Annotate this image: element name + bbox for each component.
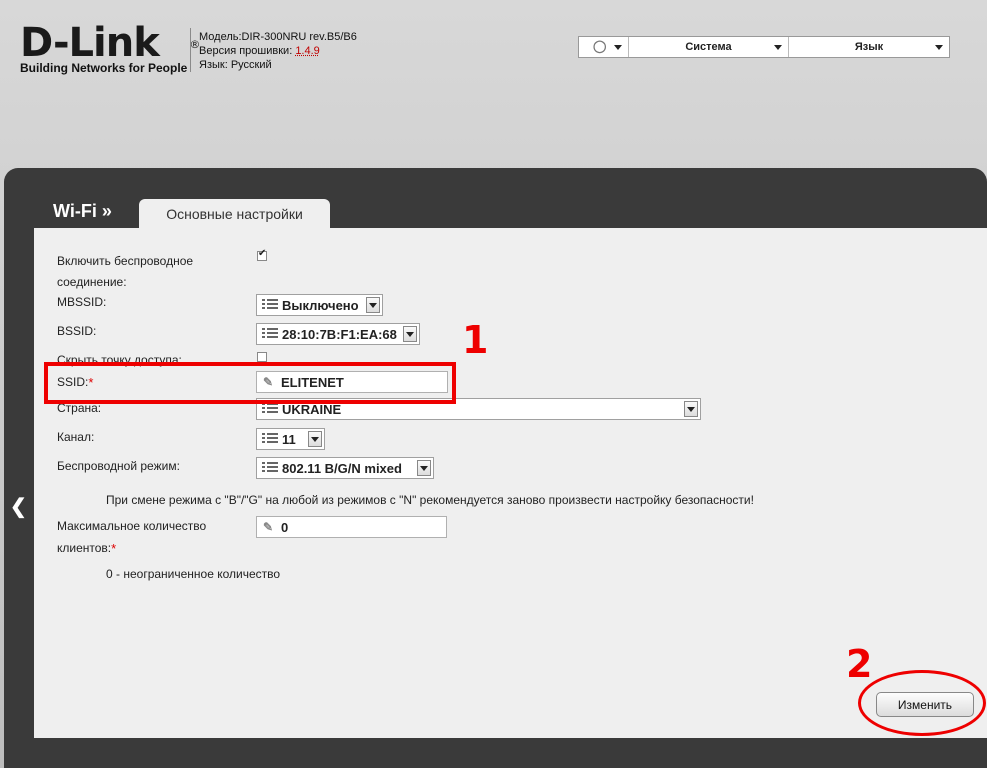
tips-menu[interactable]: ◯	[579, 37, 629, 57]
wireless-mode-label: Беспроводной режим:	[57, 459, 180, 473]
dlink-logo: D-Link ® Building Networks for People	[20, 20, 200, 75]
hide-ap-checkbox[interactable]	[257, 352, 267, 362]
top-menu: ◯ Система Язык	[578, 36, 950, 58]
annotation-marker-2: 2	[846, 642, 873, 686]
firmware-line: Версия прошивки: 1.4.9	[199, 45, 320, 57]
language-line: Язык: Русский	[199, 59, 272, 71]
max-clients-label-line1: Максимальное количество	[57, 519, 207, 533]
settings-panel	[34, 228, 987, 738]
language-menu[interactable]: Язык	[789, 37, 949, 57]
required-mark: *	[111, 541, 117, 556]
logo-text: D-Link ®	[20, 20, 200, 66]
annotation-marker-1: 1	[462, 318, 489, 362]
mbssid-value: Выключено	[282, 297, 359, 313]
chevron-down-icon[interactable]	[366, 297, 380, 313]
mbssid-label: MBSSID:	[57, 295, 107, 309]
header-divider	[190, 28, 191, 72]
max-clients-input[interactable]: ✎ 0	[256, 516, 447, 538]
apply-highlight-ellipse	[858, 670, 986, 736]
breadcrumb[interactable]: Wi-Fi »	[53, 201, 112, 222]
chevron-down-icon[interactable]	[417, 460, 431, 476]
enable-wireless-checkbox[interactable]	[257, 248, 267, 261]
max-clients-hint: 0 - неограниченное количество	[106, 567, 281, 581]
chevron-down-icon[interactable]	[403, 326, 417, 342]
max-clients-value: 0	[281, 519, 289, 535]
model-line: Модель:DIR-300NRU rev.B5/B6	[199, 31, 357, 43]
chevron-down-icon[interactable]	[308, 431, 322, 447]
lightbulb-icon: ◯	[593, 39, 607, 53]
list-icon	[262, 403, 278, 415]
firmware-version-link[interactable]: 1.4.9	[295, 45, 319, 57]
wireless-mode-hint: При смене режима с "B"/"G" на любой из р…	[106, 493, 754, 507]
wireless-mode-value: 802.11 B/G/N mixed	[282, 460, 402, 476]
list-icon	[262, 462, 278, 474]
language-menu-label: Язык	[854, 41, 884, 53]
channel-select[interactable]: 11	[256, 428, 325, 450]
channel-label: Канал:	[57, 430, 95, 444]
pencil-icon: ✎	[263, 520, 274, 534]
ssid-highlight-box	[44, 362, 456, 404]
wireless-mode-select[interactable]: 802.11 B/G/N mixed	[256, 457, 434, 479]
channel-value: 11	[282, 431, 296, 447]
enable-wireless-label: Включить беспроводное соединение:	[57, 254, 194, 289]
list-icon	[262, 433, 278, 445]
bssid-select[interactable]: 28:10:7B:F1:EA:68	[256, 323, 420, 345]
mbssid-select[interactable]: Выключено	[256, 294, 383, 316]
chevron-down-icon	[935, 45, 943, 50]
system-menu-label: Система	[685, 41, 732, 53]
chevron-down-icon	[614, 45, 622, 50]
list-icon	[262, 328, 278, 340]
max-clients-label-line2: клиентов:*	[57, 541, 117, 556]
list-icon	[262, 299, 278, 311]
device-info: Модель:DIR-300NRU rev.B5/B6 Версия проши…	[199, 30, 357, 72]
back-arrow-icon[interactable]: ❮	[10, 494, 27, 519]
tab-basic-settings[interactable]: Основные настройки	[139, 199, 330, 229]
system-menu[interactable]: Система	[629, 37, 789, 57]
chevron-down-icon	[774, 45, 782, 50]
bssid-value: 28:10:7B:F1:EA:68	[282, 326, 397, 342]
bssid-label: BSSID:	[57, 324, 97, 338]
chevron-down-icon[interactable]	[684, 401, 698, 417]
